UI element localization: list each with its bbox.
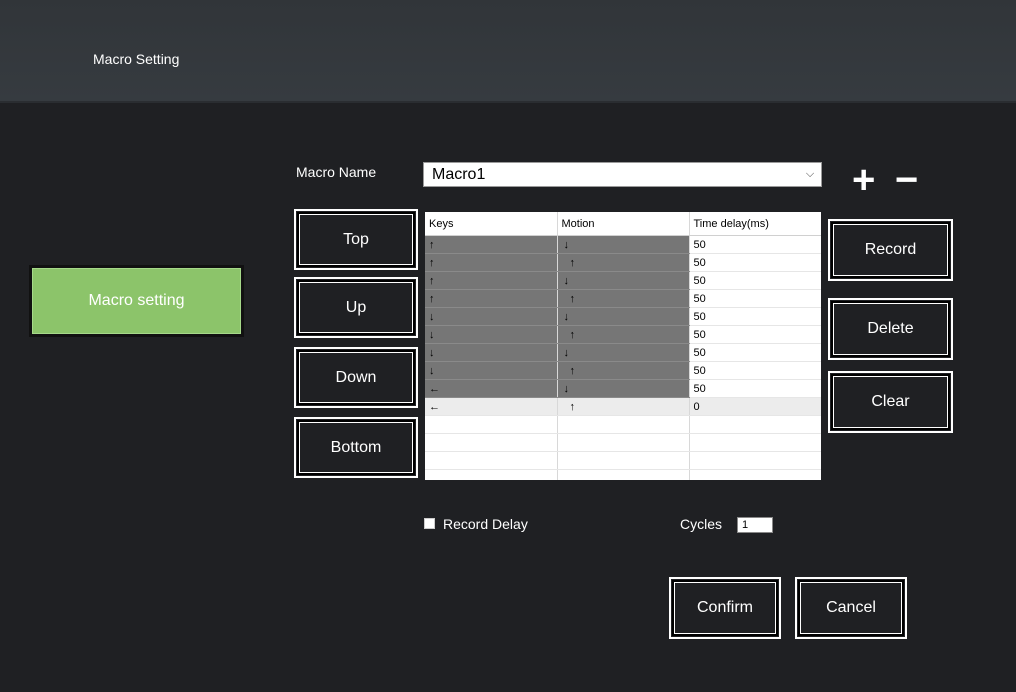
motion-cell: ↓ xyxy=(557,235,690,254)
motion-cell: ↑ xyxy=(557,325,690,344)
motion-cell: ↓ xyxy=(557,343,690,362)
key-cell: ↑ xyxy=(425,253,558,272)
table-header-row: Keys Motion Time delay(ms) xyxy=(425,212,821,236)
key-cell: ↓ xyxy=(425,325,558,344)
macro-name-select[interactable]: Macro1 ⌵ xyxy=(423,162,822,187)
table-row-empty xyxy=(425,451,821,470)
motion-cell: ↑ xyxy=(557,361,690,380)
motion-cell: ↓ xyxy=(557,379,690,398)
key-cell: ↑ xyxy=(425,271,558,290)
title-bar: Macro Setting xyxy=(0,0,1016,103)
key-cell: ↓ xyxy=(425,307,558,326)
key-cell: ← xyxy=(425,397,558,416)
table-row[interactable]: ↓ ↓ 50 xyxy=(425,343,821,362)
table-row-empty xyxy=(425,415,821,434)
cycles-input[interactable] xyxy=(737,517,773,533)
move-down-button[interactable]: Down xyxy=(294,347,418,408)
move-top-button[interactable]: Top xyxy=(294,209,418,270)
table-row[interactable]: ↓ ↓ 50 xyxy=(425,307,821,326)
delay-cell[interactable]: 50 xyxy=(689,343,821,362)
table-row[interactable]: ↑ ↑ 50 xyxy=(425,289,821,308)
delay-cell[interactable]: 50 xyxy=(689,253,821,272)
macro-name-value: Macro1 xyxy=(432,165,486,183)
move-bottom-button[interactable]: Bottom xyxy=(294,417,418,478)
delay-cell[interactable]: 50 xyxy=(689,361,821,380)
sidebar-item-macro-setting[interactable]: Macro setting xyxy=(29,265,244,337)
motion-cell: ↓ xyxy=(557,271,690,290)
motion-cell: ↑ xyxy=(557,289,690,308)
delay-cell[interactable]: 50 xyxy=(689,289,821,308)
delete-button[interactable]: Delete xyxy=(828,298,953,360)
remove-macro-button[interactable]: − xyxy=(895,160,918,200)
table-row[interactable]: ↑ ↓ 50 xyxy=(425,235,821,254)
motion-cell: ↑ xyxy=(557,397,690,416)
key-cell: ↓ xyxy=(425,343,558,362)
record-button[interactable]: Record xyxy=(828,219,953,281)
cycles-label: Cycles xyxy=(680,516,723,532)
column-header-time-delay[interactable]: Time delay(ms) xyxy=(689,212,821,236)
confirm-button[interactable]: Confirm xyxy=(669,577,781,639)
motion-cell: ↓ xyxy=(557,307,690,326)
table-row-empty xyxy=(425,433,821,452)
delay-cell[interactable]: 50 xyxy=(689,325,821,344)
macro-name-label: Macro Name xyxy=(296,164,377,180)
table-row[interactable]: ↓ ↑ 50 xyxy=(425,325,821,344)
add-macro-button[interactable]: + xyxy=(852,160,875,200)
clear-button[interactable]: Clear xyxy=(828,371,953,433)
column-header-keys[interactable]: Keys xyxy=(425,212,558,236)
record-delay-label[interactable]: Record Delay xyxy=(443,516,528,532)
key-cell: ↑ xyxy=(425,289,558,308)
table-row[interactable]: ↑ ↑ 50 xyxy=(425,253,821,272)
window-title: Macro Setting xyxy=(93,51,180,67)
record-delay-checkbox[interactable] xyxy=(424,518,435,529)
delay-cell[interactable]: 50 xyxy=(689,235,821,254)
table-row[interactable]: ↑ ↓ 50 xyxy=(425,271,821,290)
chevron-down-icon[interactable]: ⌵ xyxy=(799,168,821,181)
macro-events-table[interactable]: Keys Motion Time delay(ms) ↑ ↓ 50 ↑ ↑ 50 ↑ ↓ 5… xyxy=(425,212,821,480)
table-row-empty xyxy=(425,469,821,480)
delay-cell[interactable]: 50 xyxy=(689,307,821,326)
delay-cell[interactable]: 0 xyxy=(689,397,821,416)
key-cell: ↓ xyxy=(425,361,558,380)
table-row[interactable]: ← ↑ 0 xyxy=(425,397,821,416)
motion-cell: ↑ xyxy=(557,253,690,272)
cancel-button[interactable]: Cancel xyxy=(795,577,907,639)
table-row[interactable]: ← ↓ 50 xyxy=(425,379,821,398)
key-cell: ↑ xyxy=(425,235,558,254)
delay-cell[interactable]: 50 xyxy=(689,271,821,290)
delay-cell[interactable]: 50 xyxy=(689,379,821,398)
table-row[interactable]: ↓ ↑ 50 xyxy=(425,361,821,380)
key-cell: ← xyxy=(425,379,558,398)
column-header-motion[interactable]: Motion xyxy=(557,212,690,236)
move-up-button[interactable]: Up xyxy=(294,277,418,338)
